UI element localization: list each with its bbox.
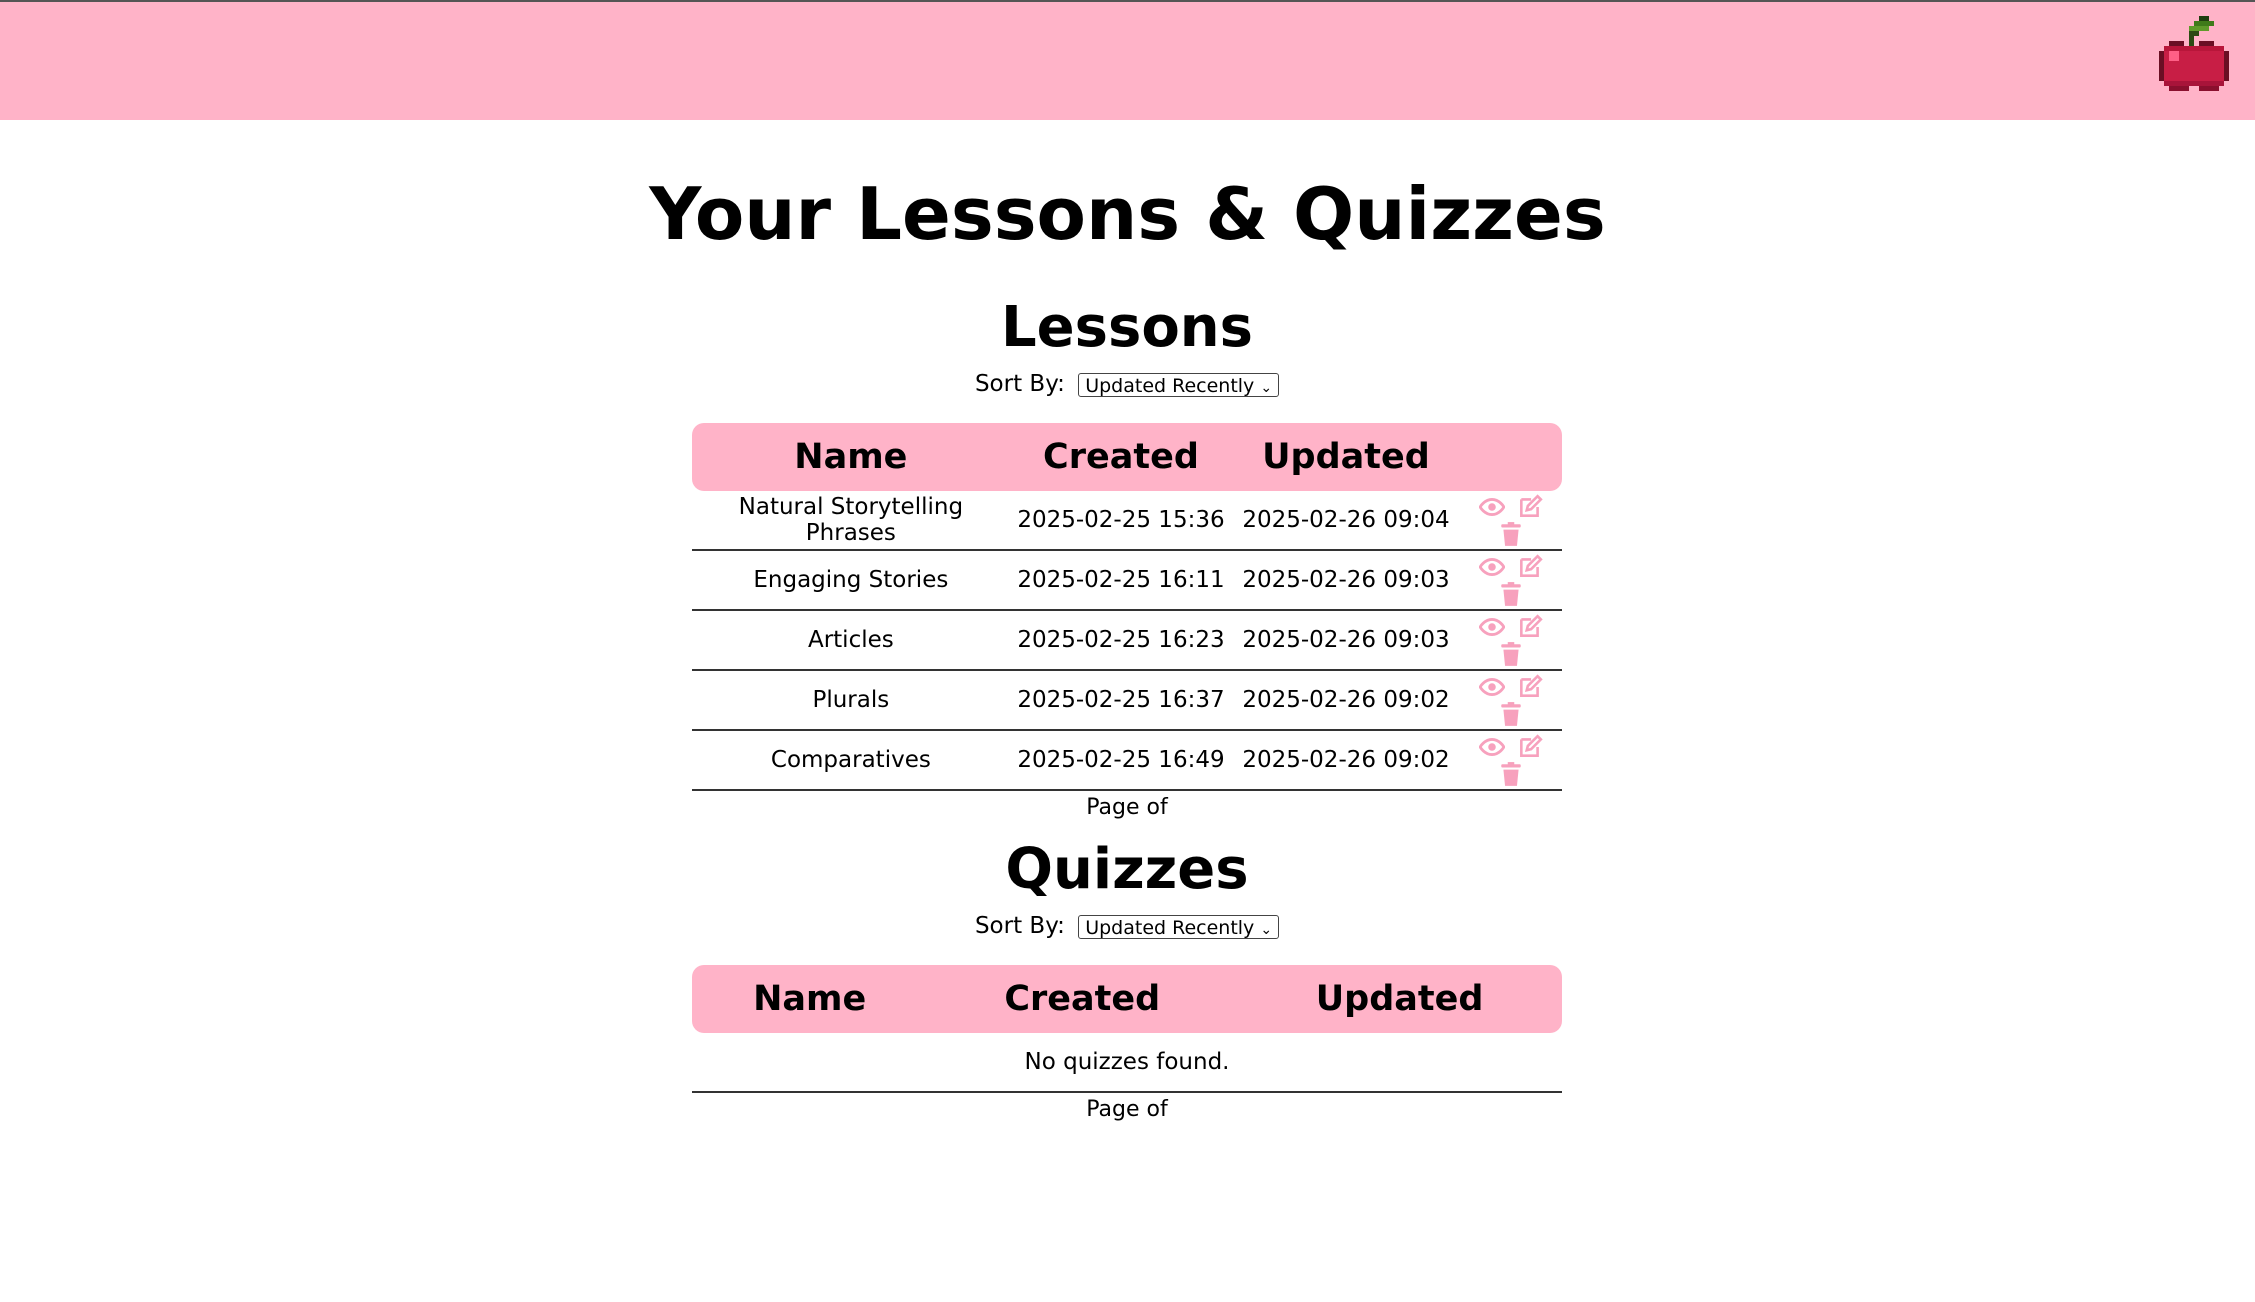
row-actions <box>1459 670 1562 731</box>
quizzes-table: Name Created Updated No quizzes found. <box>692 965 1562 1093</box>
edit-icon[interactable] <box>1517 494 1543 520</box>
column-header-created[interactable]: Created <box>1010 423 1233 491</box>
lesson-name[interactable]: Plurals <box>692 670 1010 731</box>
cherry-icon[interactable] <box>2159 16 2229 106</box>
eye-icon[interactable] <box>1479 494 1506 520</box>
lesson-updated: 2025-02-26 09:03 <box>1232 610 1460 671</box>
lessons-sort-row: Sort By: Updated Recently ⌄ <box>692 370 1562 398</box>
column-header-created[interactable]: Created <box>927 965 1237 1033</box>
top-bar <box>0 0 2255 120</box>
trash-icon[interactable] <box>1498 761 1524 787</box>
lesson-created: 2025-02-25 16:49 <box>1009 730 1233 791</box>
lessons-pager: Page of <box>1086 795 1168 820</box>
empty-row: No quizzes found. <box>692 1033 1562 1093</box>
empty-message: No quizzes found. <box>692 1033 1562 1093</box>
lesson-created: 2025-02-25 15:36 <box>1009 491 1233 551</box>
eye-icon[interactable] <box>1479 674 1506 700</box>
table-row: Comparatives 2025-02-25 16:49 2025-02-26… <box>692 730 1562 791</box>
column-header-updated[interactable]: Updated <box>1232 423 1460 491</box>
quizzes-table-header: Name Created Updated <box>692 965 1562 1033</box>
lesson-updated: 2025-02-26 09:04 <box>1232 491 1460 551</box>
lesson-updated: 2025-02-26 09:02 <box>1232 730 1460 791</box>
table-row: Natural Storytelling Phrases 2025-02-25 … <box>692 491 1562 551</box>
edit-icon[interactable] <box>1517 554 1543 580</box>
column-header-name[interactable]: Name <box>692 423 1010 491</box>
row-actions <box>1459 730 1562 791</box>
trash-icon[interactable] <box>1498 581 1524 607</box>
column-header-name[interactable]: Name <box>692 965 927 1033</box>
lesson-name[interactable]: Natural Storytelling Phrases <box>692 491 1010 551</box>
row-actions <box>1459 550 1562 611</box>
quizzes-section: Quizzes Sort By: Updated Recently ⌄ Name … <box>692 842 1562 1122</box>
table-row: Engaging Stories 2025-02-25 16:11 2025-0… <box>692 550 1562 611</box>
table-row: Plurals 2025-02-25 16:37 2025-02-26 09:0… <box>692 670 1562 731</box>
quizzes-sort-value: Updated Recently <box>1085 916 1255 939</box>
lessons-section: Lessons Sort By: Updated Recently ⌄ Name … <box>692 300 1562 820</box>
row-actions <box>1459 491 1562 551</box>
trash-icon[interactable] <box>1498 701 1524 727</box>
eye-icon[interactable] <box>1479 554 1506 580</box>
lessons-table-header: Name Created Updated <box>692 423 1562 491</box>
edit-icon[interactable] <box>1517 614 1543 640</box>
lesson-created: 2025-02-25 16:11 <box>1009 550 1233 611</box>
quizzes-heading: Quizzes <box>1005 837 1249 902</box>
quizzes-pager: Page of <box>1086 1097 1168 1122</box>
quizzes-sort-label: Sort By: <box>974 913 1065 939</box>
lesson-name[interactable]: Engaging Stories <box>692 550 1010 611</box>
row-actions <box>1459 610 1562 671</box>
lesson-updated: 2025-02-26 09:03 <box>1232 550 1460 611</box>
column-header-updated[interactable]: Updated <box>1237 965 1562 1033</box>
lessons-table: Name Created Updated Natural Storytellin… <box>692 423 1562 791</box>
trash-icon[interactable] <box>1498 641 1524 667</box>
lesson-name[interactable]: Comparatives <box>692 730 1010 791</box>
eye-icon[interactable] <box>1479 734 1506 760</box>
lesson-created: 2025-02-25 16:37 <box>1009 670 1233 731</box>
lessons-heading: Lessons <box>1001 295 1253 360</box>
quizzes-sort-select[interactable]: Updated Recently ⌄ <box>1078 914 1280 939</box>
lesson-name[interactable]: Articles <box>692 610 1010 671</box>
lesson-created: 2025-02-25 16:23 <box>1009 610 1233 671</box>
lessons-sort-label: Sort By: <box>974 371 1065 397</box>
trash-icon[interactable] <box>1498 521 1524 547</box>
lessons-sort-select[interactable]: Updated Recently ⌄ <box>1078 372 1280 397</box>
edit-icon[interactable] <box>1517 734 1543 760</box>
edit-icon[interactable] <box>1517 674 1543 700</box>
page-title: Your Lessons & Quizzes <box>649 172 1606 256</box>
lessons-sort-value: Updated Recently <box>1085 374 1255 397</box>
eye-icon[interactable] <box>1479 614 1506 640</box>
quizzes-sort-row: Sort By: Updated Recently ⌄ <box>692 912 1562 940</box>
table-row: Articles 2025-02-25 16:23 2025-02-26 09:… <box>692 610 1562 671</box>
column-header-actions <box>1460 423 1562 491</box>
chevron-down-icon: ⌄ <box>1260 379 1273 396</box>
lesson-updated: 2025-02-26 09:02 <box>1232 670 1460 731</box>
chevron-down-icon: ⌄ <box>1260 921 1273 938</box>
